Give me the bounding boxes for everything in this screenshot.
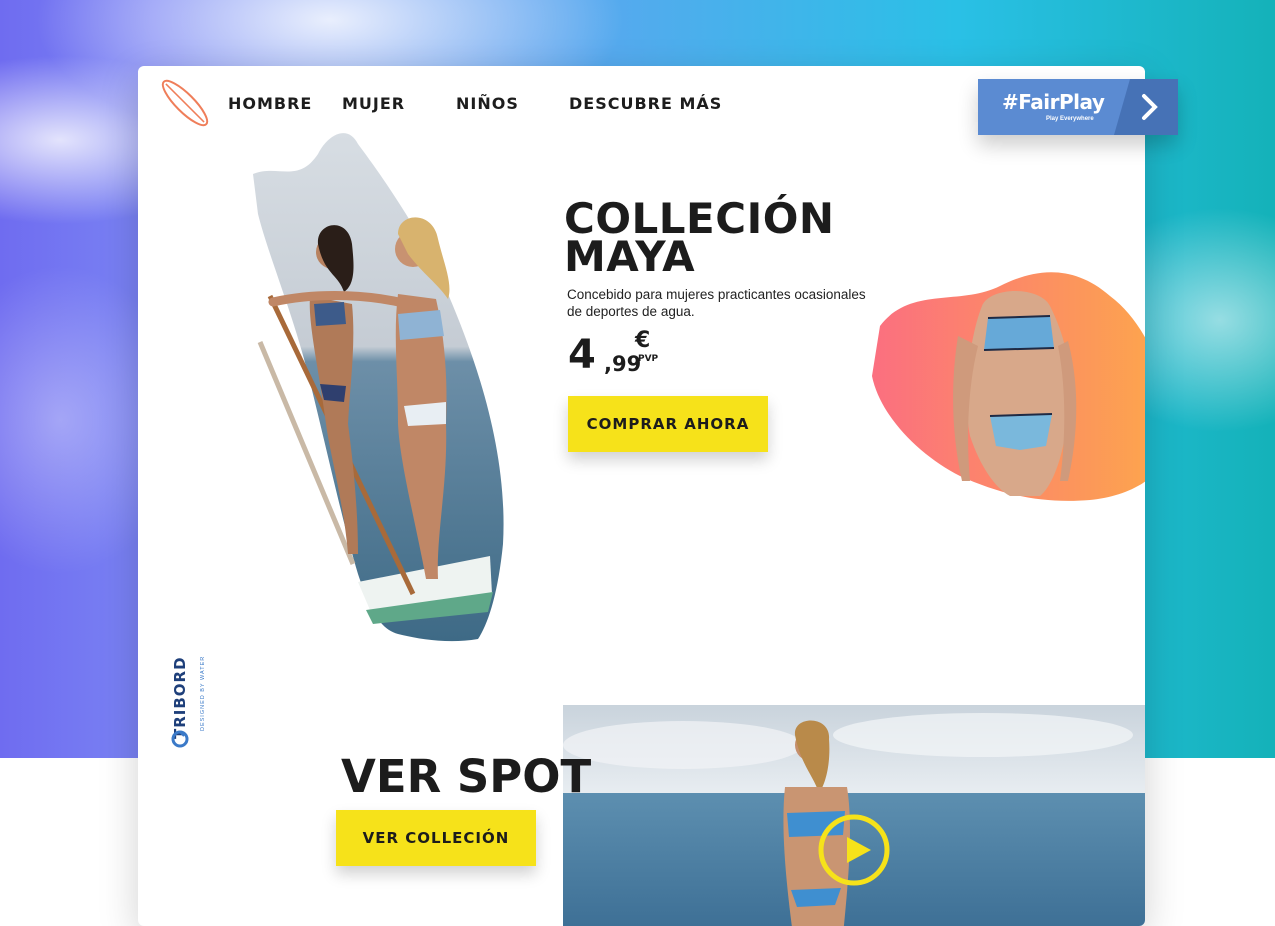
surfboard-logo-icon[interactable] [156,74,214,132]
play-icon[interactable] [817,813,891,887]
ver-spot-heading: VER SPOT [341,750,592,803]
collection-title: COLLECIÓN MAYA [564,198,835,278]
nav-item-ninos[interactable]: NIÑOS [456,94,519,113]
water-drop-icon [171,730,189,748]
nav-item-mujer[interactable]: MUJER [342,94,405,113]
fairplay-banner-button[interactable]: #FairPlay Play Everywhere [978,79,1178,135]
tribord-brand[interactable]: TRIBORD DESIGNED BY WATER [166,640,206,750]
hero-paddleboard-image [253,133,504,642]
collection-title-line2: MAYA [564,232,696,281]
fairplay-sub-label: Play Everywhere [1046,116,1094,122]
nav-item-descubre-mas[interactable]: DESCUBRE MÁS [569,94,722,113]
landing-card: HOMBRE MUJER NIÑOS DESCUBRE MÁS COLLECIÓ… [138,66,1145,926]
nav-item-hombre[interactable]: HOMBRE [228,94,312,113]
buy-now-button[interactable]: COMPRAR AHORA [568,396,768,452]
chevron-right-icon [1142,94,1158,120]
collection-description: Concebido para mujeres practicantes ocas… [567,287,866,319]
brand-name: TRIBORD [171,656,189,739]
video-spot-thumbnail[interactable] [563,705,1145,926]
bikini-product-image [872,272,1145,501]
view-collection-button[interactable]: VER COLLECIÓN [336,810,536,866]
price-pvp-label: PVP [638,354,659,364]
price-currency: € [635,328,651,353]
price-tag: 4 ,99 € PVP [568,328,688,382]
price-decimals: ,99 [604,352,642,376]
brand-tagline: DESIGNED BY WATER [200,655,206,731]
fairplay-label: #FairPlay [1002,90,1105,114]
price-integer: 4 [568,332,596,378]
